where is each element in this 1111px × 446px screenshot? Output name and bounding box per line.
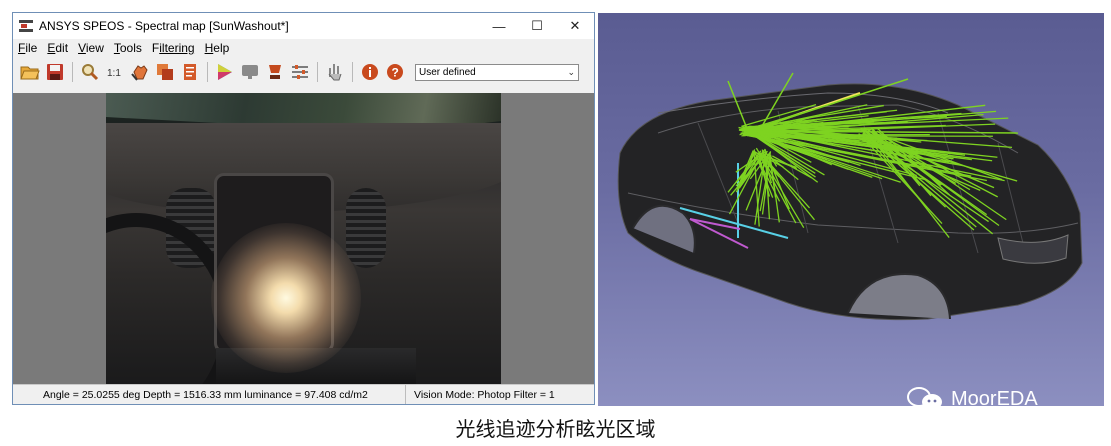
- watermark-text: MoorEDA: [951, 387, 1038, 410]
- monitor-icon[interactable]: [239, 61, 261, 83]
- svg-text:?: ?: [392, 66, 399, 80]
- display-mode-select[interactable]: User defined ⌄: [415, 63, 579, 81]
- pointer-tool-icon[interactable]: [324, 61, 346, 83]
- menu-edit[interactable]: Edit: [47, 41, 68, 55]
- maximize-button[interactable]: ☐: [518, 13, 556, 39]
- save-icon[interactable]: [44, 61, 66, 83]
- info-icon[interactable]: [359, 61, 381, 83]
- figure-caption: 光线追迹分析眩光区域: [455, 417, 656, 441]
- wechat-icon: [907, 387, 942, 410]
- toolbar-separator: [352, 62, 353, 82]
- layers-icon[interactable]: [154, 61, 176, 83]
- status-vision-mode: Vision Mode: Photop Filter = 1: [405, 385, 555, 404]
- menu-tools[interactable]: Tools: [114, 41, 142, 55]
- status-measurements: Angle = 25.0255 deg Depth = 1516.33 mm l…: [43, 388, 368, 401]
- display-mode-value: User defined: [419, 66, 476, 78]
- svg-text:1:1: 1:1: [107, 68, 121, 79]
- help-icon[interactable]: ?: [384, 61, 406, 83]
- toolbar: 1:1 ? User defined ⌄: [13, 57, 594, 87]
- menu-file[interactable]: File: [18, 41, 37, 55]
- menu-view[interactable]: View: [78, 41, 104, 55]
- watermark: MoorEDA: [905, 385, 1038, 413]
- close-button[interactable]: ✕: [556, 13, 594, 39]
- lamp-icon[interactable]: [264, 61, 286, 83]
- document-icon[interactable]: [179, 61, 201, 83]
- sliders-icon[interactable]: [289, 61, 311, 83]
- toolbar-separator: [317, 62, 318, 82]
- title-bar: ANSYS SPEOS - Spectral map [SunWashout*]…: [13, 13, 594, 39]
- open-folder-icon[interactable]: [19, 61, 41, 83]
- menu-help[interactable]: Help: [205, 41, 230, 55]
- minimize-button[interactable]: —: [480, 13, 518, 39]
- chevron-down-icon: ⌄: [567, 66, 575, 77]
- menu-filtering[interactable]: Filtering: [152, 41, 195, 55]
- actual-size-icon[interactable]: 1:1: [104, 61, 126, 83]
- spectral-map-viewport[interactable]: [13, 93, 594, 386]
- toolbar-separator: [207, 62, 208, 82]
- hand-pan-icon[interactable]: [129, 61, 151, 83]
- app-icon: [19, 20, 33, 32]
- cad-raytrace-view[interactable]: [598, 13, 1104, 406]
- toolbar-separator: [72, 62, 73, 82]
- menu-bar: File Edit View Tools Filtering Help: [13, 39, 594, 57]
- speos-window: ANSYS SPEOS - Spectral map [SunWashout*]…: [12, 12, 595, 405]
- glare-spot: [211, 223, 361, 373]
- spectral-map-image[interactable]: [106, 93, 501, 386]
- status-bar: Angle = 25.0255 deg Depth = 1516.33 mm l…: [13, 384, 594, 404]
- color-palette-icon[interactable]: [214, 61, 236, 83]
- car-model-drawing: [617, 72, 1083, 321]
- window-title: ANSYS SPEOS - Spectral map [SunWashout*]: [39, 19, 289, 33]
- zoom-icon[interactable]: [79, 61, 101, 83]
